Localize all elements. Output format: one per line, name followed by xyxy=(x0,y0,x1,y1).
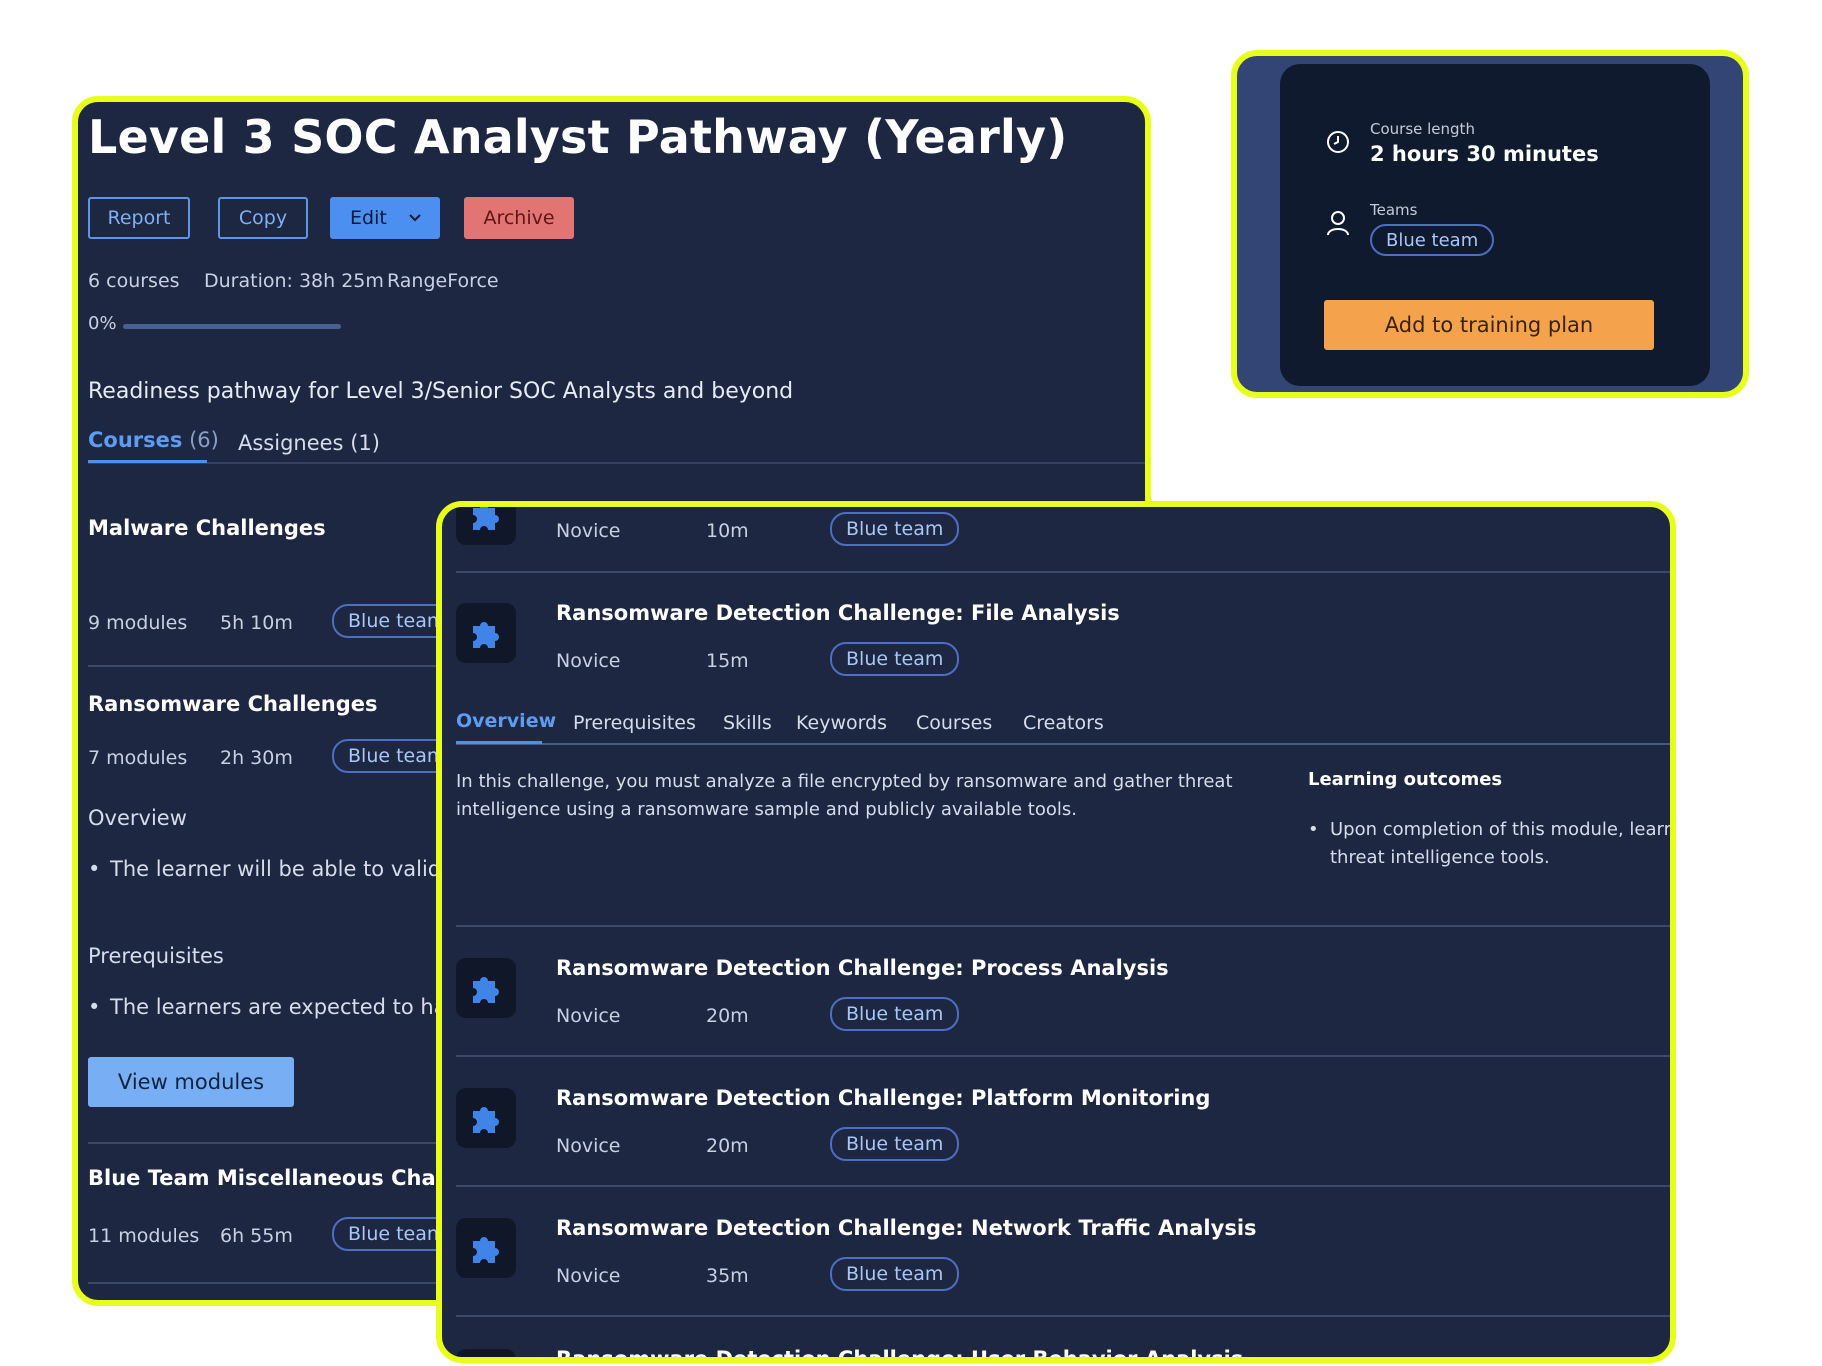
team-badge: Blue team xyxy=(830,1127,960,1161)
tab-prerequisites[interactable]: Prerequisites xyxy=(573,712,696,734)
clock-icon xyxy=(1327,131,1349,153)
module-title[interactable]: Ransomware Detection Challenge: Network … xyxy=(556,1216,1257,1240)
course-count: 6 courses xyxy=(88,270,180,292)
learning-outcome-item: • Upon completion of this module, learr … xyxy=(1308,816,1672,872)
module-level: Novice xyxy=(556,1135,621,1157)
view-modules-button[interactable]: View modules xyxy=(88,1057,294,1107)
module-icon xyxy=(456,507,516,545)
module-icon xyxy=(456,603,516,663)
module-duration: 35m xyxy=(706,1265,749,1287)
course-modules: 9 modules xyxy=(88,612,188,634)
active-tab-indicator xyxy=(456,741,542,744)
progress-bar xyxy=(123,324,341,329)
tab-courses[interactable]: Courses (6) xyxy=(88,428,219,452)
course-duration: 2h 30m xyxy=(220,747,293,769)
teams-label: Teams xyxy=(1370,201,1418,219)
archive-button[interactable]: Archive xyxy=(464,197,574,239)
modules-panel: Novice 10m Blue team Ransomware Detectio… xyxy=(436,501,1676,1363)
module-title[interactable]: Ransomware Detection Challenge: User Beh… xyxy=(556,1347,1243,1357)
module-title[interactable]: Ransomware Detection Challenge: File Ana… xyxy=(556,601,1120,625)
tab-assignees[interactable]: Assignees (1) xyxy=(238,431,380,455)
module-icon xyxy=(456,1349,516,1363)
module-duration: 15m xyxy=(706,650,749,672)
tab-courses-label: Courses xyxy=(88,428,183,452)
puzzle-icon xyxy=(473,1237,499,1263)
module-icon xyxy=(456,1218,516,1278)
course-duration: 5h 10m xyxy=(220,612,293,634)
course-title[interactable]: Blue Team Miscellaneous Challen xyxy=(88,1166,479,1190)
divider xyxy=(456,1055,1670,1057)
active-tab-indicator xyxy=(88,460,207,463)
team-badge: Blue team xyxy=(830,1257,960,1291)
divider xyxy=(456,1315,1670,1317)
module-level: Novice xyxy=(556,520,621,542)
team-badge: Blue team xyxy=(1370,224,1495,256)
tab-keywords[interactable]: Keywords xyxy=(796,712,887,734)
course-length-label: Course length xyxy=(1370,120,1475,138)
tab-assignees-label: Assignees xyxy=(238,431,344,455)
divider xyxy=(456,571,1670,573)
provider-name: RangeForce xyxy=(387,270,499,292)
module-level: Novice xyxy=(556,1265,621,1287)
tab-assignees-count: (1) xyxy=(350,431,380,455)
learning-outcome-text: Upon completion of this module, learr th… xyxy=(1330,819,1672,868)
puzzle-icon xyxy=(473,1107,499,1133)
course-info-card: Course length 2 hours 30 minutes Teams B… xyxy=(1231,50,1749,398)
user-icon xyxy=(1327,211,1349,236)
progress-label: 0% xyxy=(88,313,117,334)
divider xyxy=(456,1185,1670,1187)
puzzle-icon xyxy=(473,622,499,648)
divider xyxy=(456,925,1670,927)
puzzle-icon xyxy=(473,507,499,530)
course-title[interactable]: Malware Challenges xyxy=(88,516,326,540)
module-icon xyxy=(456,1088,516,1148)
course-modules: 11 modules xyxy=(88,1225,200,1247)
course-info-inner: Course length 2 hours 30 minutes Teams B… xyxy=(1280,64,1710,386)
module-title[interactable]: Ransomware Detection Challenge: Process … xyxy=(556,956,1169,980)
prerequisites-bullet: The learners are expected to hav xyxy=(88,995,459,1019)
team-badge: Blue team xyxy=(830,642,960,676)
module-title[interactable]: Ransomware Detection Challenge: Platform… xyxy=(556,1086,1210,1110)
overview-text: In this challenge, you must analyze a fi… xyxy=(456,771,1233,820)
tab-skills[interactable]: Skills xyxy=(723,712,772,734)
overview-bullet: The learner will be able to valida xyxy=(88,857,454,881)
team-badge: Blue team xyxy=(830,997,960,1031)
course-modules: 7 modules xyxy=(88,747,188,769)
copy-button[interactable]: Copy xyxy=(218,197,308,239)
module-icon xyxy=(456,958,516,1018)
edit-label: Edit xyxy=(350,207,387,229)
bullet-marker: • xyxy=(1308,819,1319,840)
add-to-training-plan-button[interactable]: Add to training plan xyxy=(1324,300,1654,350)
learning-outcomes-heading: Learning outcomes xyxy=(1308,769,1503,790)
pathway-description: Readiness pathway for Level 3/Senior SOC… xyxy=(88,379,794,404)
module-duration: 20m xyxy=(706,1135,749,1157)
tab-bar-divider xyxy=(88,462,1145,464)
chevron-down-icon xyxy=(409,214,421,222)
tab-courses-count: (6) xyxy=(189,428,219,452)
team-badge: Blue team xyxy=(830,512,960,546)
tab-courses[interactable]: Courses xyxy=(916,712,992,734)
prerequisites-heading: Prerequisites xyxy=(88,944,224,968)
module-duration: 10m xyxy=(706,520,749,542)
overview-heading: Overview xyxy=(88,806,187,830)
module-duration: 20m xyxy=(706,1005,749,1027)
course-title[interactable]: Ransomware Challenges xyxy=(88,692,377,716)
course-length-value: 2 hours 30 minutes xyxy=(1370,142,1599,166)
puzzle-icon xyxy=(469,1362,503,1363)
edit-dropdown-button[interactable]: Edit xyxy=(330,197,440,239)
module-level: Novice xyxy=(556,650,621,672)
tab-creators[interactable]: Creators xyxy=(1023,712,1104,734)
tab-overview[interactable]: Overview xyxy=(456,710,556,732)
pathway-duration: Duration: 38h 25m xyxy=(204,270,384,292)
puzzle-icon xyxy=(473,977,499,1003)
course-duration: 6h 55m xyxy=(220,1225,293,1247)
page-title: Level 3 SOC Analyst Pathway (Yearly) xyxy=(88,110,1068,164)
tab-bar-divider xyxy=(456,743,1670,745)
report-button[interactable]: Report xyxy=(88,197,190,239)
module-level: Novice xyxy=(556,1005,621,1027)
